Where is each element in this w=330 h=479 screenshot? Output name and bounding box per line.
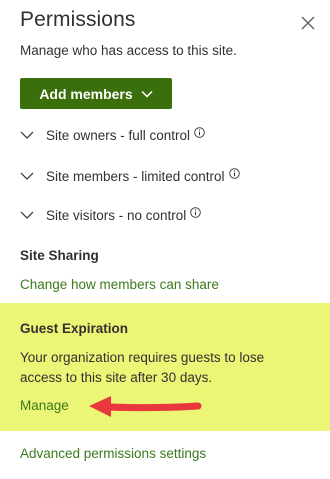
group-label: Site members - limited control (46, 168, 225, 184)
permissions-panel: Permissions Manage who has access to thi… (0, 0, 330, 479)
panel-subtitle: Manage who has access to this site. (20, 43, 237, 58)
chevron-down-icon (20, 172, 34, 180)
info-icon[interactable] (228, 167, 240, 179)
change-sharing-link[interactable]: Change how members can share (20, 277, 219, 292)
chevron-down-icon (141, 90, 153, 98)
panel-title: Permissions (20, 8, 136, 31)
group-label: Site owners - full control (46, 127, 191, 143)
chevron-down-icon (20, 131, 34, 139)
group-site-visitors[interactable]: Site visitors - no control (20, 205, 202, 225)
add-members-label: Add members (39, 85, 133, 102)
guest-expiration-description: Your organization requires guests to los… (20, 350, 265, 385)
info-icon[interactable] (194, 126, 205, 138)
guest-expiration-heading: Guest Expiration (20, 321, 129, 336)
advanced-permissions-link[interactable]: Advanced permissions settings (20, 446, 206, 461)
group-site-members[interactable]: Site members - limited control (20, 166, 240, 186)
chevron-down-icon (20, 211, 34, 219)
group-label: Site visitors - no control (46, 207, 187, 223)
manage-link[interactable]: Manage (20, 398, 69, 413)
add-members-button[interactable]: Add members (20, 78, 172, 109)
info-icon[interactable] (190, 206, 202, 218)
site-sharing-heading: Site Sharing (20, 248, 99, 263)
close-icon[interactable] (299, 14, 317, 32)
arrow-annotation-icon (89, 396, 202, 417)
group-site-owners[interactable]: Site owners - full control (20, 125, 205, 145)
